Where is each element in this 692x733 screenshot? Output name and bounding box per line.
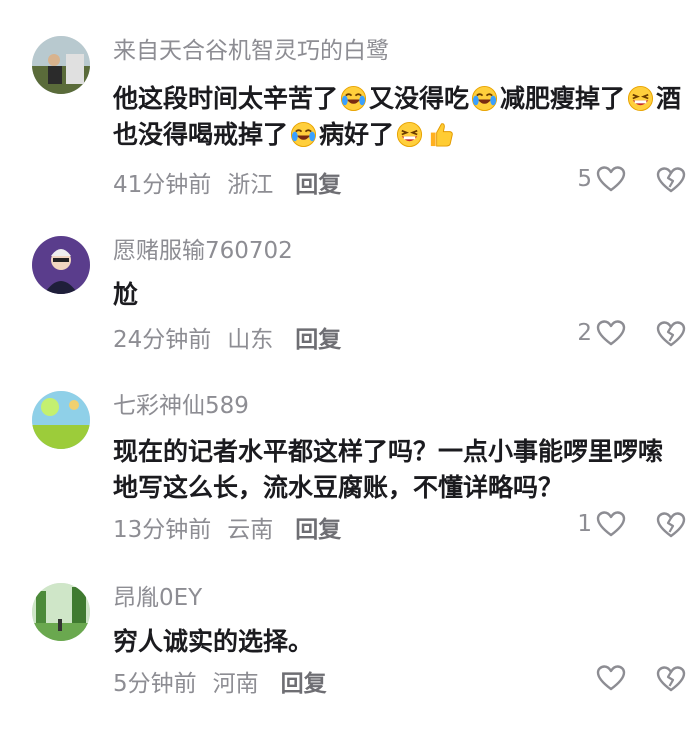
crying-laughing-emoji-icon xyxy=(290,121,317,148)
heart-outline-icon xyxy=(596,664,626,692)
broken-heart-icon xyxy=(656,166,686,194)
like-button[interactable]: 1 xyxy=(577,510,626,538)
comment-text-part: 又没得吃 xyxy=(369,84,470,113)
like-button[interactable] xyxy=(592,664,626,692)
comment-username[interactable]: 来自天合谷机智灵巧的白鹭 xyxy=(113,37,692,65)
reply-button[interactable]: 回复 xyxy=(281,664,327,698)
crying-laughing-emoji-icon xyxy=(471,85,498,112)
heart-outline-icon xyxy=(596,510,626,538)
crying-laughing-emoji-icon xyxy=(340,85,367,112)
like-count: 2 xyxy=(577,320,592,346)
like-button[interactable]: 5 xyxy=(577,165,626,193)
comment-text: 现在的记者水平都这样了吗？一点小事能啰里啰嗦地写这么长，流水豆腐账，不懂详略吗？ xyxy=(113,437,664,502)
comment-username[interactable]: 昂胤0EY xyxy=(113,584,692,612)
dislike-button[interactable] xyxy=(656,320,686,348)
comment-text: 尬 xyxy=(113,280,139,309)
grinning-squint-emoji-icon xyxy=(396,121,423,148)
comment-location: 河南 xyxy=(212,671,259,697)
reply-button[interactable]: 回复 xyxy=(295,510,341,544)
comment-text: 穷人诚实的选择。 xyxy=(113,627,314,656)
comment-text-part: 减肥瘦掉了 xyxy=(500,84,626,113)
dislike-button[interactable] xyxy=(656,166,686,194)
dislike-button[interactable] xyxy=(656,665,686,693)
like-count: 1 xyxy=(577,511,592,537)
avatar[interactable] xyxy=(32,236,90,294)
broken-heart-icon xyxy=(656,665,686,693)
comment-username[interactable]: 愿赌服输760702 xyxy=(113,237,692,265)
comment-text-part: 他这段时间太辛苦了 xyxy=(113,84,339,113)
avatar[interactable] xyxy=(32,391,90,449)
heart-outline-icon xyxy=(596,319,626,347)
comment-time: 5分钟前 xyxy=(113,671,197,697)
avatar[interactable] xyxy=(32,36,90,94)
comment-location: 浙江 xyxy=(227,172,274,198)
comment-location: 山东 xyxy=(227,327,274,353)
comment-location: 云南 xyxy=(227,517,274,543)
broken-heart-icon xyxy=(656,511,686,539)
grinning-squint-emoji-icon xyxy=(627,85,654,112)
reply-button[interactable]: 回复 xyxy=(295,165,341,199)
comment-time: 41分钟前 xyxy=(113,172,212,198)
avatar[interactable] xyxy=(32,583,90,641)
reply-button[interactable]: 回复 xyxy=(295,320,341,354)
thumbs-up-emoji-icon xyxy=(427,121,454,148)
broken-heart-icon xyxy=(656,320,686,348)
like-count: 5 xyxy=(577,166,592,192)
dislike-button[interactable] xyxy=(656,511,686,539)
comment-username[interactable]: 七彩神仙589 xyxy=(113,392,692,420)
comment-time: 13分钟前 xyxy=(113,517,212,543)
like-button[interactable]: 2 xyxy=(577,319,626,347)
comment-text-part: 病好了 xyxy=(319,120,395,149)
comment-time: 24分钟前 xyxy=(113,327,212,353)
comment-text: 他这段时间太辛苦了 又没得吃 减肥瘦掉了 酒也没得喝戒掉了 病好了 xyxy=(113,81,685,153)
heart-outline-icon xyxy=(596,165,626,193)
